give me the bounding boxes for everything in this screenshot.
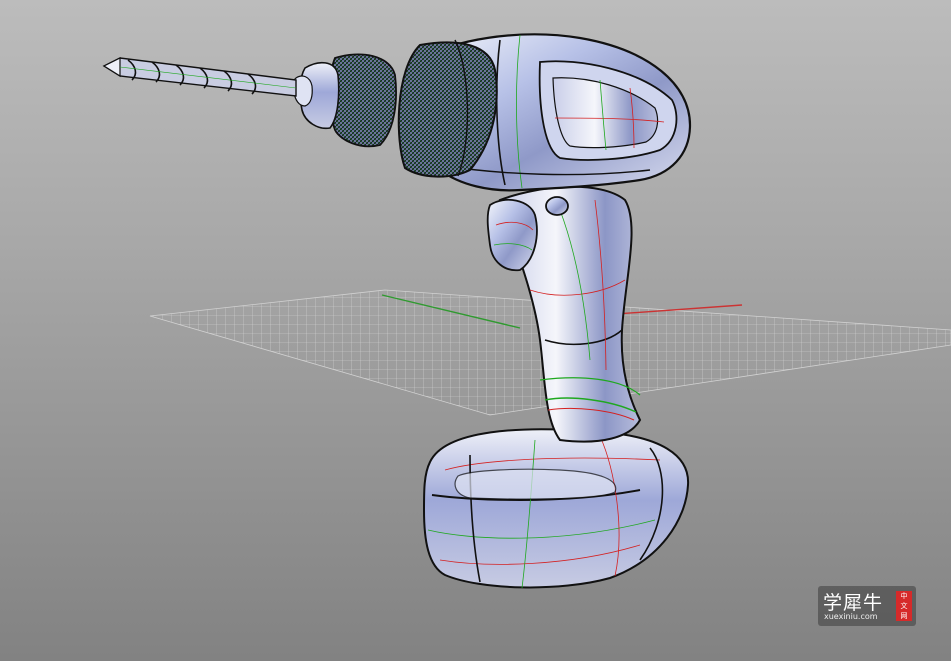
drill-trigger[interactable] — [486, 198, 538, 272]
watermark-badge-char: 网 — [900, 612, 908, 620]
drill-bit[interactable] — [102, 57, 297, 97]
watermark-logo-text: 学犀牛 — [823, 592, 884, 614]
direction-switch[interactable] — [545, 196, 569, 216]
chuck[interactable] — [292, 53, 397, 148]
scene-canvas[interactable] — [0, 0, 951, 661]
perspective-viewport[interactable]: 学犀牛 xuexiniu.com 中 文 网 — [0, 0, 951, 661]
watermark-badge-char: 文 — [900, 602, 908, 610]
watermark-logo: 学犀牛 xuexiniu.com 中 文 网 — [818, 586, 916, 626]
watermark-badge: 中 文 网 — [896, 591, 912, 621]
battery-pack[interactable] — [422, 428, 690, 589]
watermark-url: xuexiniu.com — [824, 612, 878, 621]
watermark-badge-char: 中 — [900, 592, 908, 600]
